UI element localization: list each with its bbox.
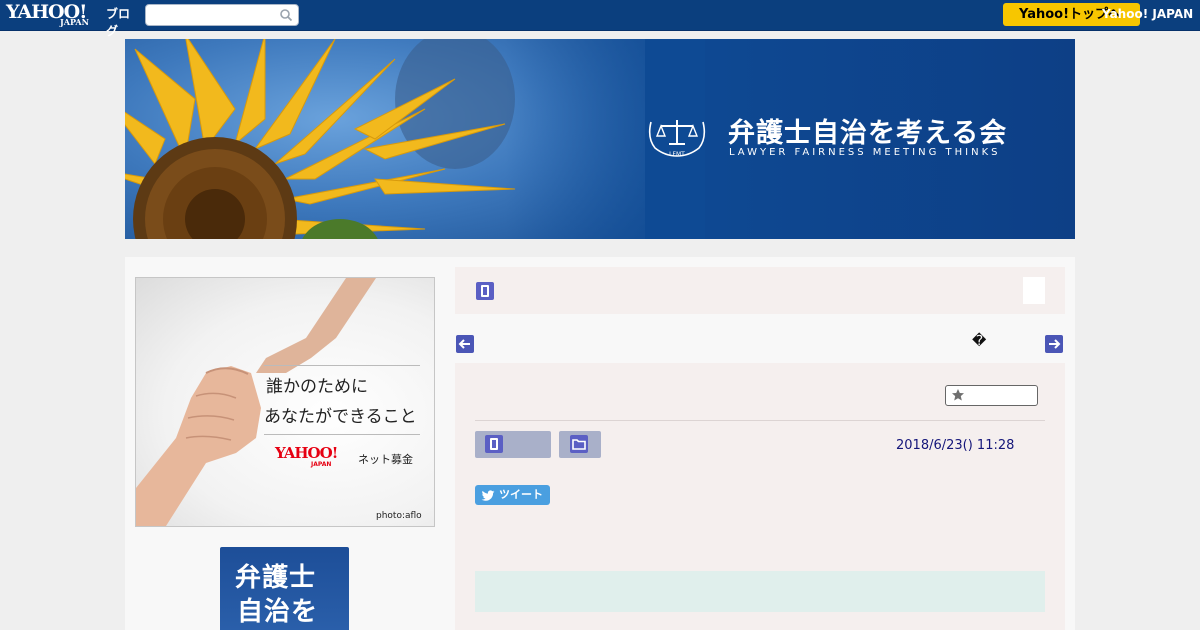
ad-line-1: 誰かのために (266, 377, 368, 397)
category-bar (455, 267, 1065, 314)
folder-icon (570, 435, 588, 453)
ad-rule-bottom (264, 434, 420, 435)
ad-yahoo-japan: JAPAN (311, 461, 332, 468)
book-banner[interactable]: 弁護士 自治を (220, 547, 349, 630)
blog-label: ブログ (106, 7, 131, 38)
favorite-button[interactable] (945, 385, 1038, 406)
logo-sub: JAPAN (60, 17, 89, 27)
ad-rule-top (264, 365, 420, 366)
ad-photo-credit: photo:aflo (376, 511, 422, 521)
ad-yahoo-logo: YAHOO! (275, 444, 338, 462)
next-entry-arrow-icon[interactable] (1045, 335, 1063, 353)
tweet-button[interactable]: ツイート (475, 485, 550, 505)
entry-date: 2018/6/23() 11:28 (896, 438, 1015, 453)
ad-service-name: ネット募金 (358, 453, 413, 466)
twitter-bird-icon (481, 490, 495, 501)
top-bar: YAHOO! JAPAN ブログ Yahoo!トップへ Yahoo! JAPAN (0, 0, 1200, 38)
site-subtitle: Lawyer Fairness Meeting Thinks (729, 147, 1001, 158)
book-icon[interactable] (476, 282, 494, 300)
search-icon[interactable] (279, 8, 293, 22)
emblem-text: LFMT (669, 151, 685, 158)
ad-line-2: あなたができること (264, 407, 417, 427)
site-title: 弁護士自治を考える会 (728, 118, 1008, 149)
book-icon (485, 435, 503, 453)
search-box (145, 4, 299, 26)
yahoo-blog-logo[interactable]: YAHOO! JAPAN ブログ (6, 1, 141, 38)
donation-ad-banner[interactable]: 誰かのために あなたができること YAHOO! JAPAN ネット募金 phot… (135, 277, 435, 527)
search-input[interactable] (152, 7, 277, 23)
tweet-label: ツイート (499, 488, 543, 501)
book-title-line-2: 自治を (237, 597, 319, 627)
book-title-line-1: 弁護士 (235, 563, 317, 593)
scales-emblem-icon: LFMT (648, 120, 706, 158)
folder-tag[interactable] (559, 431, 601, 458)
star-icon (952, 389, 964, 401)
nav-glyph: � (972, 333, 987, 349)
previous-entry-arrow-icon[interactable] (456, 335, 474, 353)
entry-divider (475, 420, 1045, 421)
entry-content-box (475, 571, 1045, 612)
theme-tag[interactable] (475, 431, 551, 458)
yahoo-japan-link[interactable]: Yahoo! JAPAN (1102, 7, 1193, 21)
category-box[interactable] (1023, 277, 1045, 304)
blog-header-banner[interactable]: LFMT 弁護士自治を考える会 Lawyer Fairness Meeting … (125, 39, 1075, 239)
